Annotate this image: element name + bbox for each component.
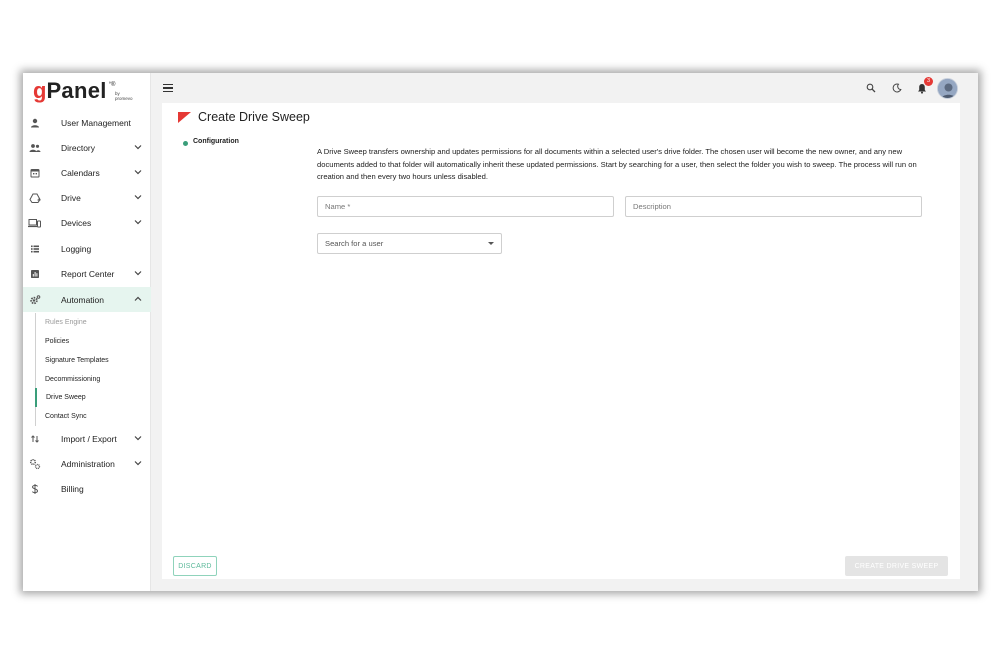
sidebar-item-logging[interactable]: Logging (23, 236, 151, 261)
sidebar-item-label: Directory (61, 142, 96, 153)
drive-sweep-description: A Drive Sweep transfers ownership and up… (317, 147, 917, 181)
sidebar-item-label: Billing (61, 483, 84, 494)
sidebar-item-label: Administration (61, 458, 115, 469)
calendar-icon (28, 166, 41, 179)
sidebar-subitem-signature-templates[interactable]: Signature Templates (35, 351, 151, 370)
chevron-down-icon[interactable] (134, 168, 142, 176)
gpanel-logo[interactable]: g Panel °® by promevo (33, 78, 133, 105)
sidebar-item-import-export[interactable]: Import / Export (23, 426, 151, 451)
chevron-down-icon[interactable] (134, 434, 142, 442)
notification-badge: 3 (924, 77, 933, 86)
sidebar-item-directory[interactable]: Directory (23, 135, 151, 160)
sidebar-subitem-label: Contact Sync (45, 413, 87, 420)
create-drive-sweep-button[interactable]: CREATE DRIVE SWEEP (845, 556, 948, 576)
sidebar-item-devices[interactable]: Devices (23, 210, 151, 235)
gear-icon (28, 293, 41, 306)
page-title: Create Drive Sweep (198, 110, 310, 124)
logo-panel: Panel (46, 78, 107, 103)
import-export-icon (28, 432, 41, 445)
sidebar-subitem-label: Rules Engine (45, 319, 87, 326)
sidebar: g Panel °® by promevo User Management Di… (23, 73, 151, 591)
sidebar-item-label: Logging (61, 243, 92, 254)
step-configuration[interactable]: Configuration (193, 138, 239, 145)
avatar[interactable] (937, 78, 958, 99)
report-icon (28, 267, 41, 280)
sidebar-item-drive[interactable]: Drive (23, 185, 151, 210)
sidebar-item-calendars[interactable]: Calendars (23, 160, 151, 185)
sidebar-subitem-label: Signature Templates (45, 357, 109, 364)
sidebar-item-label: User Management (61, 117, 131, 128)
person-icon (28, 116, 41, 129)
sidebar-item-user-management[interactable]: User Management (23, 110, 151, 135)
sidebar-item-automation[interactable]: Automation (23, 287, 151, 312)
sidebar-subitem-label: Drive Sweep (46, 394, 86, 401)
flag-icon (178, 112, 191, 123)
name-input[interactable] (317, 196, 614, 217)
list-icon (28, 242, 41, 255)
sidebar-item-billing[interactable]: Billing (23, 476, 151, 501)
description-input[interactable] (625, 196, 922, 217)
content-panel: Create Drive Sweep Configuration A Drive… (162, 103, 960, 579)
step-indicator-dot (183, 141, 188, 146)
logo-mark: °® (108, 82, 116, 88)
sidebar-item-report-center[interactable]: Report Center (23, 261, 151, 286)
sidebar-item-label: Report Center (61, 268, 115, 279)
top-bar: 3 (151, 73, 978, 103)
dollar-icon (28, 482, 41, 495)
drive-icon (28, 191, 41, 204)
chevron-down-icon[interactable] (134, 269, 142, 277)
sidebar-subitem-label: Policies (45, 338, 70, 345)
discard-button[interactable]: DISCARD (173, 556, 217, 576)
chevron-down-icon[interactable] (134, 218, 142, 226)
search-icon[interactable] (864, 81, 878, 95)
menu-icon[interactable] (163, 81, 177, 95)
chevron-down-icon[interactable] (134, 193, 142, 201)
devices-icon (28, 216, 41, 229)
logo-g: g (33, 78, 47, 103)
user-search-placeholder: Search for a user (325, 239, 384, 248)
sidebar-subitem-rules-engine[interactable]: Rules Engine (35, 313, 151, 332)
logo-by-promevo: by promevo (115, 91, 133, 101)
sidebar-item-label: Import / Export (61, 433, 117, 444)
caret-down-icon (488, 242, 494, 245)
sidebar-item-label: Calendars (61, 167, 100, 178)
app-window: g Panel °® by promevo User Management Di… (23, 73, 978, 591)
sidebar-subitem-policies[interactable]: Policies (35, 332, 151, 351)
people-icon (28, 141, 41, 154)
sidebar-subitem-decommissioning[interactable]: Decommissioning (35, 370, 151, 389)
chevron-up-icon[interactable] (134, 295, 142, 303)
sidebar-item-administration[interactable]: Administration (23, 451, 151, 476)
chevron-down-icon[interactable] (134, 459, 142, 467)
sidebar-item-label: Automation (61, 294, 104, 305)
sidebar-subitem-label: Decommissioning (45, 376, 101, 383)
chevron-down-icon[interactable] (134, 143, 142, 151)
moon-icon[interactable] (890, 81, 904, 95)
sidebar-subitem-contact-sync[interactable]: Contact Sync (35, 407, 151, 426)
sidebar-subitem-drive-sweep[interactable]: Drive Sweep (35, 388, 151, 407)
sidebar-item-label: Devices (61, 217, 92, 228)
user-search-select[interactable]: Search for a user (317, 233, 502, 254)
sidebar-item-label: Drive (61, 192, 81, 203)
admin-gears-icon (28, 457, 41, 470)
